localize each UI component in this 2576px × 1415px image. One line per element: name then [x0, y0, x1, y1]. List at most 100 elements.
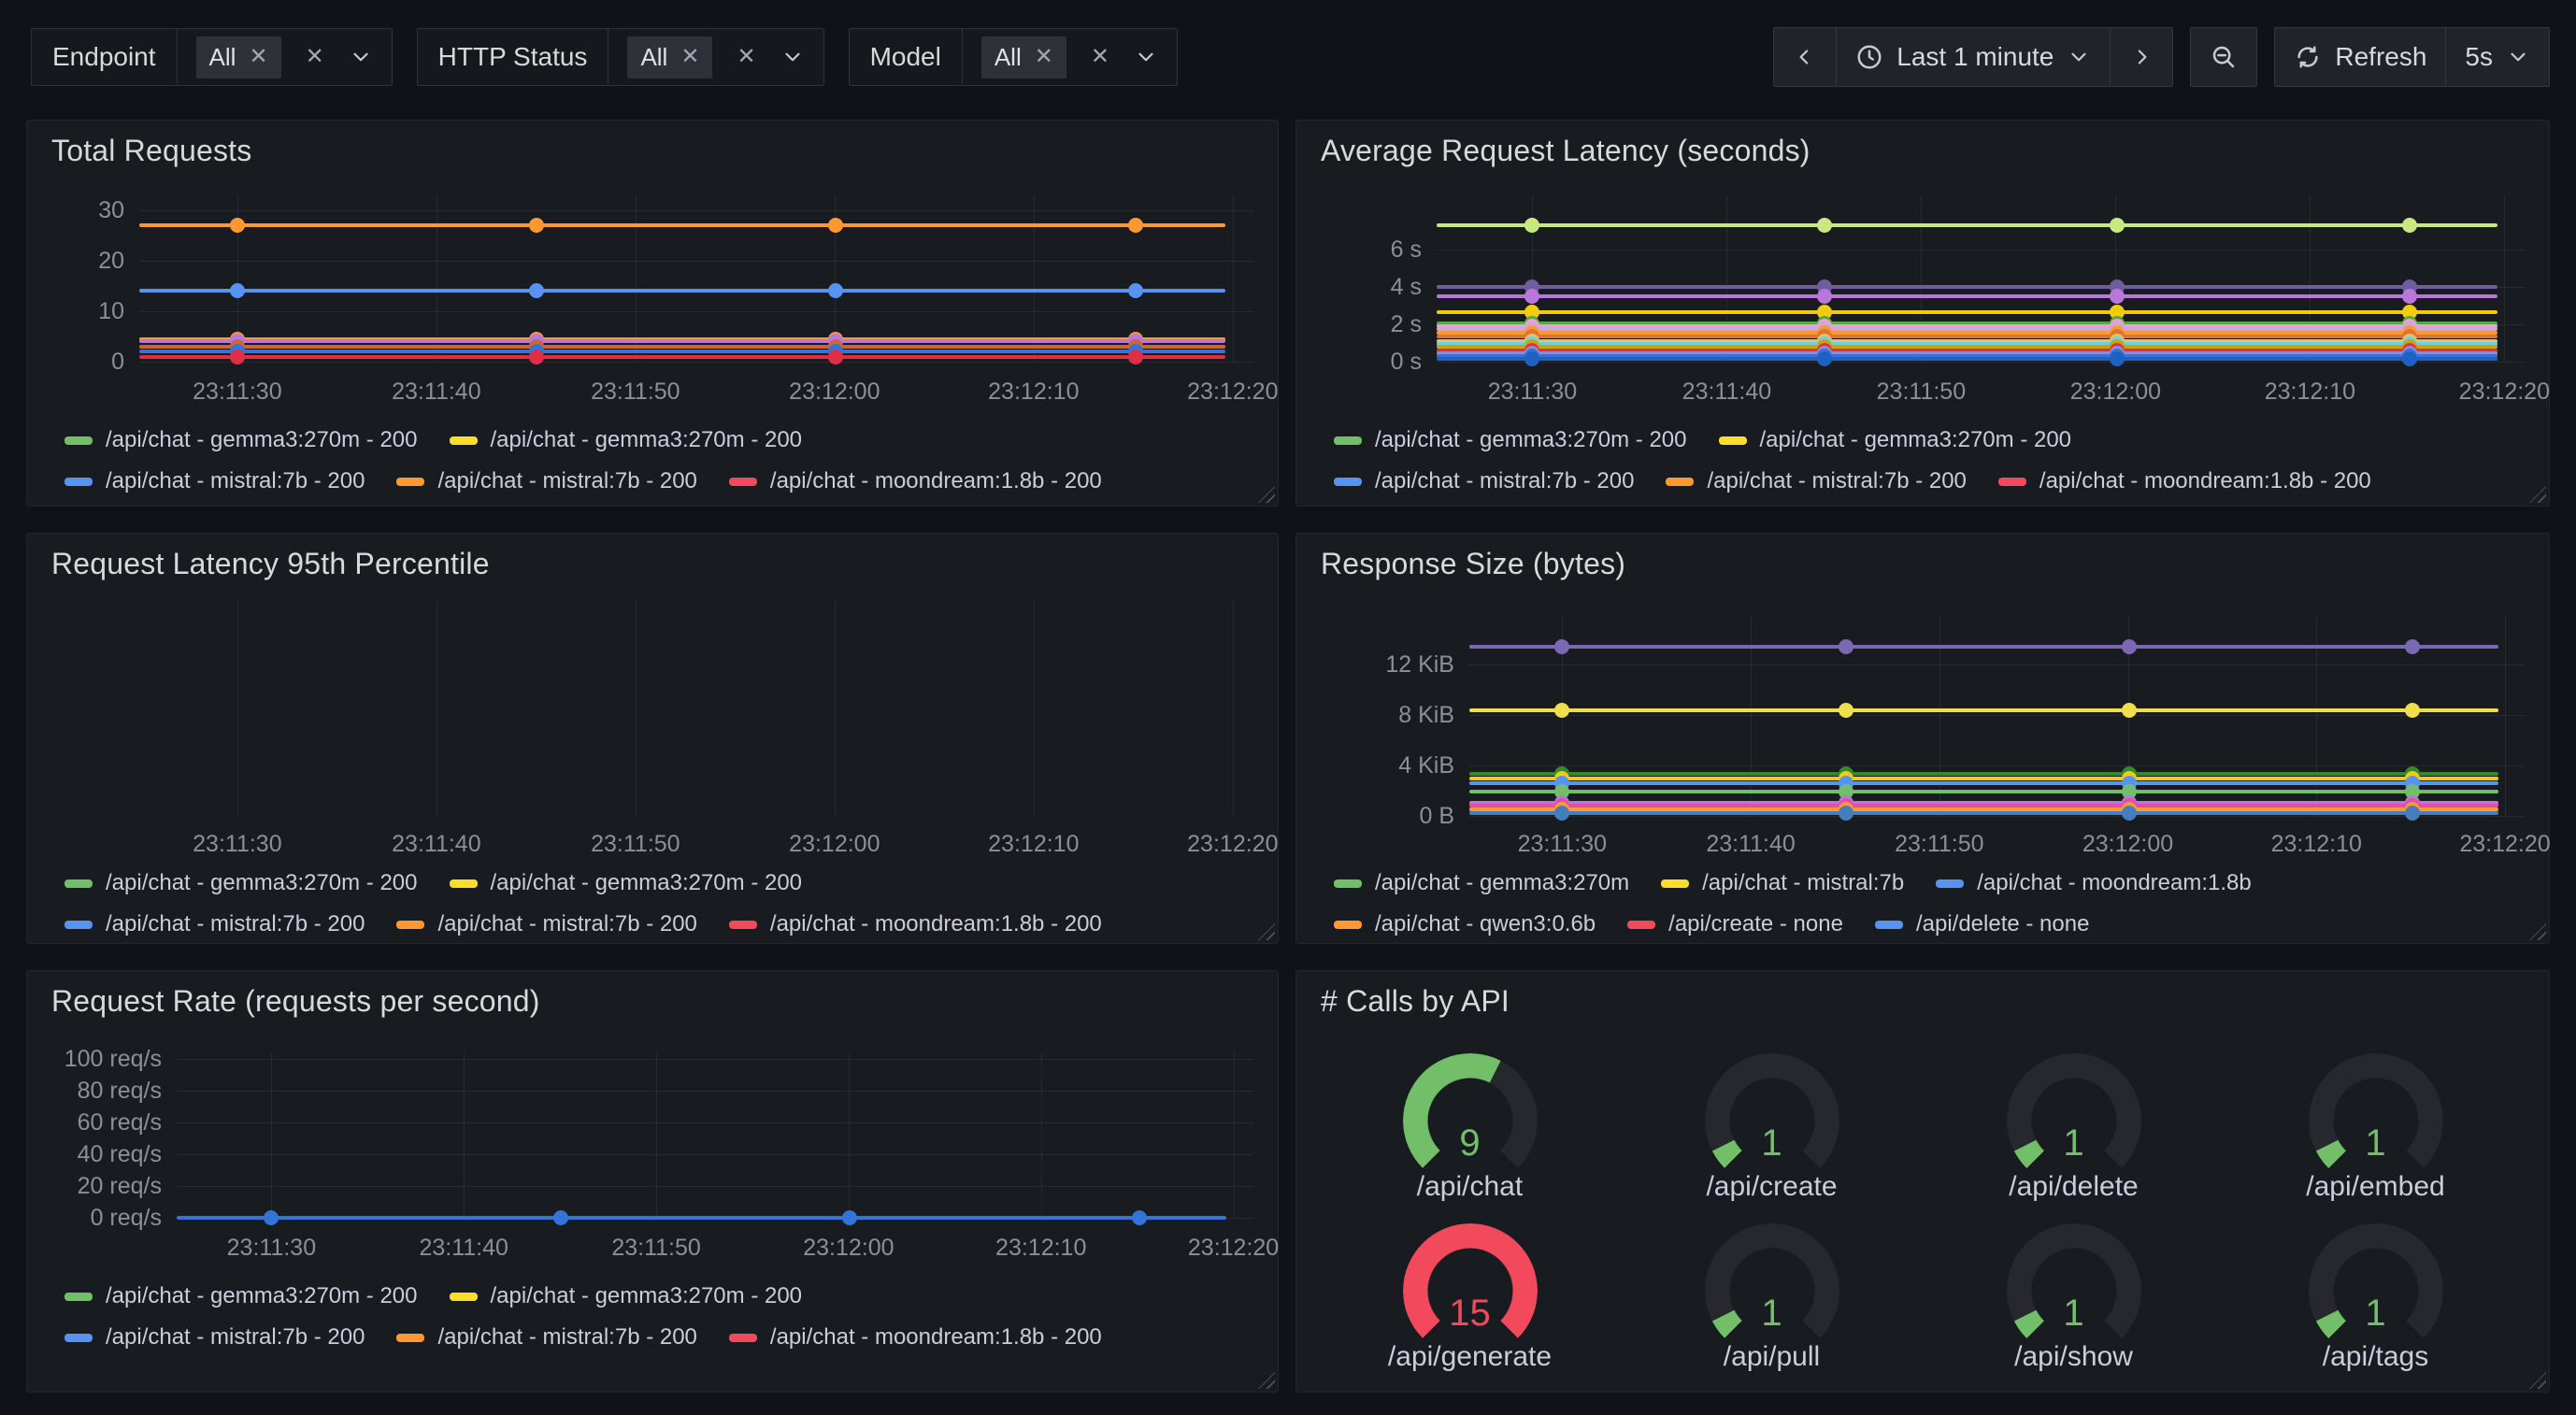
gauge-label: /api/embed — [2306, 1171, 2444, 1203]
legend-series-swatch — [1666, 478, 1694, 486]
data-point — [2402, 218, 2417, 233]
legend-row: /api/chat - qwen3:0.6b/api/create - none… — [1334, 911, 2534, 937]
filter-http-status-value[interactable]: All ✕ ✕ — [608, 29, 823, 85]
gauge-arc: 9 — [1403, 1053, 1538, 1169]
series-line — [1437, 294, 2497, 298]
legend-series-swatch — [64, 1293, 93, 1301]
v-gridline — [436, 601, 437, 816]
legend-row: /api/chat - mistral:7b - 200/api/chat - … — [1334, 468, 2534, 494]
legend-series-label: /api/chat - mistral:7b - 200 — [106, 911, 365, 937]
refresh-interval-picker[interactable]: 5s — [2445, 27, 2550, 87]
refresh-button[interactable]: Refresh — [2274, 27, 2446, 87]
filter-endpoint-chip[interactable]: All ✕ — [196, 36, 281, 79]
legend-item[interactable]: /api/chat - mistral:7b - 200 — [396, 468, 696, 494]
time-range-picker[interactable]: Last 1 minute — [1836, 27, 2111, 87]
x-axis-tick-label: 23:12:00 — [760, 1233, 937, 1263]
legend-item[interactable]: /api/chat - gemma3:270m — [1334, 870, 1629, 896]
legend-series-swatch — [396, 478, 424, 486]
chevron-right-icon — [2129, 45, 2154, 69]
y-axis-tick-label: 10 — [27, 296, 124, 326]
legend-series-swatch — [1661, 879, 1689, 888]
gauge-value: 1 — [2309, 1293, 2443, 1335]
legend-item[interactable]: /api/chat - moondream:1.8b - 200 — [1998, 468, 2371, 494]
legend-item[interactable]: /api/chat - gemma3:270m - 200 — [1334, 427, 1687, 453]
data-point — [1554, 806, 1569, 821]
legend-item[interactable]: /api/chat - mistral:7b - 200 — [1334, 468, 1634, 494]
chevron-down-icon[interactable] — [349, 45, 373, 69]
data-point — [1817, 351, 1832, 366]
legend-series-label: /api/chat - moondream:1.8b - 200 — [770, 911, 1102, 937]
filter-endpoint[interactable]: Endpoint All ✕ ✕ — [31, 28, 393, 86]
panel-title[interactable]: Request Latency 95th Percentile — [51, 547, 490, 581]
panel-title[interactable]: Response Size (bytes) — [1321, 547, 1625, 581]
legend-item[interactable]: /api/chat - mistral:7b - 200 — [396, 1324, 696, 1351]
time-shift-back-button[interactable] — [1773, 27, 1837, 87]
legend-series-swatch — [1936, 879, 1964, 888]
y-axis-tick-label: 0 req/s — [27, 1203, 162, 1233]
time-range-group: Last 1 minute — [1773, 27, 2173, 87]
series-line — [139, 355, 1225, 359]
chevron-down-icon[interactable] — [780, 45, 805, 69]
legend-item[interactable]: /api/chat - gemma3:270m - 200 — [64, 427, 418, 453]
x-axis-tick-label: 23:11:50 — [547, 829, 724, 859]
chevron-down-icon[interactable] — [1134, 45, 1158, 69]
legend-item[interactable]: /api/chat - mistral:7b - 200 — [1666, 468, 1966, 494]
filter-model[interactable]: Model All ✕ ✕ — [849, 28, 1178, 86]
filter-http-status-chip[interactable]: All ✕ — [627, 36, 712, 79]
data-point — [1132, 1210, 1147, 1225]
zoom-out-button[interactable] — [2190, 27, 2257, 87]
legend-item[interactable]: /api/chat - gemma3:270m - 200 — [1719, 427, 2072, 453]
series-line — [139, 350, 1225, 353]
filter-http-status[interactable]: HTTP Status All ✕ ✕ — [417, 28, 824, 86]
legend-item[interactable]: /api/chat - moondream:1.8b — [1936, 870, 2252, 896]
filter-model-value[interactable]: All ✕ ✕ — [963, 29, 1177, 85]
legend-item[interactable]: /api/chat - qwen3:0.6b — [1334, 911, 1596, 937]
filter-model-chip[interactable]: All ✕ — [981, 36, 1066, 79]
legend-series-label: /api/chat - gemma3:270m - 200 — [106, 1283, 418, 1309]
time-shift-forward-button[interactable] — [2110, 27, 2173, 87]
data-point — [1524, 351, 1539, 366]
legend-series-swatch — [1334, 879, 1362, 888]
x-axis-tick-label: 23:12:00 — [2039, 829, 2217, 859]
legend-item[interactable]: /api/create - none — [1627, 911, 1843, 937]
legend-series-swatch — [64, 879, 93, 888]
panel-title[interactable]: Average Request Latency (seconds) — [1321, 134, 1810, 168]
data-point — [828, 350, 843, 364]
legend-item[interactable]: /api/chat - gemma3:270m - 200 — [64, 1283, 418, 1309]
y-axis-tick-label: 0 B — [1296, 801, 1454, 831]
series-line — [139, 339, 1225, 343]
filter-endpoint-value[interactable]: All ✕ ✕ — [178, 29, 392, 85]
legend-item[interactable]: /api/chat - moondream:1.8b - 200 — [729, 1324, 1102, 1351]
legend-item[interactable]: /api/chat - mistral:7b - 200 — [396, 911, 696, 937]
panel-title[interactable]: Total Requests — [51, 134, 251, 168]
clear-icon[interactable]: ✕ — [1091, 46, 1109, 68]
x-axis-tick-label: 23:12:20 — [2415, 377, 2576, 407]
legend-series-swatch — [64, 921, 93, 929]
legend-row: /api/chat - mistral:7b - 200/api/chat - … — [64, 1324, 1263, 1351]
remove-icon[interactable]: ✕ — [680, 46, 699, 68]
panel-resize-handle[interactable] — [2529, 1372, 2546, 1389]
clear-icon[interactable]: ✕ — [306, 46, 324, 68]
panel-title[interactable]: # Calls by API — [1321, 984, 1510, 1019]
legend-item[interactable]: /api/chat - mistral:7b - 200 — [64, 911, 365, 937]
legend-row: /api/chat - mistral:7b - 200/api/chat - … — [64, 468, 1263, 494]
legend-item[interactable]: /api/chat - mistral:7b — [1661, 870, 1904, 896]
panel-resize-handle[interactable] — [1258, 1372, 1275, 1389]
legend-item[interactable]: /api/chat - gemma3:270m - 200 — [450, 427, 803, 453]
legend-item[interactable]: /api/chat - moondream:1.8b - 200 — [729, 468, 1102, 494]
legend-item[interactable]: /api/chat - gemma3:270m - 200 — [64, 870, 418, 896]
v-gridline — [835, 601, 836, 816]
data-point — [2110, 289, 2125, 304]
legend-item[interactable]: /api/chat - mistral:7b - 200 — [64, 468, 365, 494]
remove-icon[interactable]: ✕ — [249, 46, 267, 68]
legend-series-swatch — [729, 921, 757, 929]
clear-icon[interactable]: ✕ — [737, 46, 755, 68]
v-gridline — [656, 1053, 657, 1218]
legend-item[interactable]: /api/delete - none — [1875, 911, 2089, 937]
legend-item[interactable]: /api/chat - gemma3:270m - 200 — [450, 870, 803, 896]
remove-icon[interactable]: ✕ — [1035, 46, 1053, 68]
legend-item[interactable]: /api/chat - mistral:7b - 200 — [64, 1324, 365, 1351]
legend-item[interactable]: /api/chat - moondream:1.8b - 200 — [729, 911, 1102, 937]
legend-item[interactable]: /api/chat - gemma3:270m - 200 — [450, 1283, 803, 1309]
panel-title[interactable]: Request Rate (requests per second) — [51, 984, 540, 1019]
